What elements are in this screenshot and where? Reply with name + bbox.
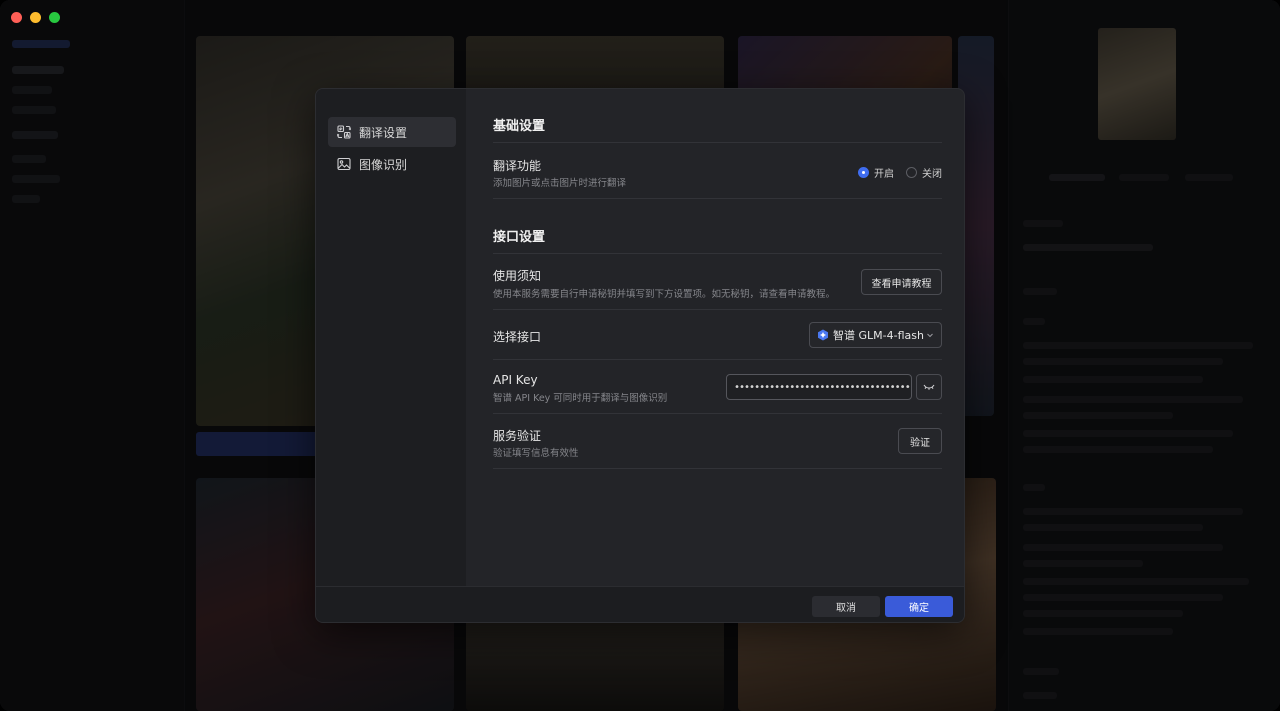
section-title-basic: 基础设置 [493,119,546,134]
translate-icon [337,125,351,139]
nav-item-label: 翻译设置 [359,125,408,140]
divider [493,142,942,143]
confirm-button[interactable]: 确定 [885,596,953,617]
nav-item-image-recognition[interactable]: 图像识别 [328,149,456,179]
cancel-button[interactable]: 取消 [812,596,880,617]
settings-nav: 翻译设置 图像识别 [316,89,466,586]
window-close-button[interactable] [11,12,22,23]
dialog-footer: 取消 确定 [316,586,964,622]
translate-toggle-group: 开启 关闭 [858,165,942,180]
section-title-api: 接口设置 [493,230,546,245]
api-key-input[interactable]: ••••••••••••••••••••••••••••••••••••••••… [726,374,912,400]
window-controls [11,12,60,23]
api-provider-value: 智谱 GLM-4-flash [833,329,924,342]
usage-notice-label: 使用须知 [493,269,542,283]
chevron-down-icon [927,333,933,338]
divider [493,253,942,254]
radio-indicator [906,167,917,178]
usage-notice-desc: 使用本服务需要自行申请秘钥并填写到下方设置项。如无秘钥，请查看申请教程。 [493,289,836,300]
radio-on-label: 开启 [874,169,894,180]
api-key-label: API Key [493,373,538,387]
api-key-desc: 智谱 API Key 可同时用于翻译与图像识别 [493,393,668,404]
divider [493,413,942,414]
zhipu-logo-icon [818,329,828,341]
toggle-visibility-button[interactable] [916,374,942,400]
settings-content: 基础设置 翻译功能 添加图片或点击图片时进行翻译 开启 关闭 接口设置 使用须知… [493,89,942,586]
divider [493,359,942,360]
service-verify-label: 服务验证 [493,429,542,443]
translate-feature-label: 翻译功能 [493,159,542,173]
api-provider-select[interactable]: 智谱 GLM-4-flash [809,322,942,348]
settings-dialog: 翻译设置 图像识别 基础设置 翻译功能 添加图片或点击图片时进行翻译 开启 关闭 [315,88,965,623]
window-minimize-button[interactable] [30,12,41,23]
window-zoom-button[interactable] [49,12,60,23]
nav-item-translation-settings[interactable]: 翻译设置 [328,117,456,147]
divider [493,468,942,469]
nav-item-label: 图像识别 [359,157,408,172]
view-tutorial-button[interactable]: 查看申请教程 [861,269,942,295]
divider [493,309,942,310]
translate-feature-desc: 添加图片或点击图片时进行翻译 [493,178,627,189]
select-api-label: 选择接口 [493,330,542,344]
radio-indicator [858,167,869,178]
verify-button[interactable]: 验证 [898,428,942,454]
service-verify-desc: 验证填写信息有效性 [493,448,579,459]
radio-off[interactable]: 关闭 [906,165,942,180]
eye-closed-icon [923,384,935,390]
radio-on[interactable]: 开启 [858,165,894,180]
radio-off-label: 关闭 [922,169,942,180]
divider [493,198,942,199]
image-icon [337,157,351,171]
